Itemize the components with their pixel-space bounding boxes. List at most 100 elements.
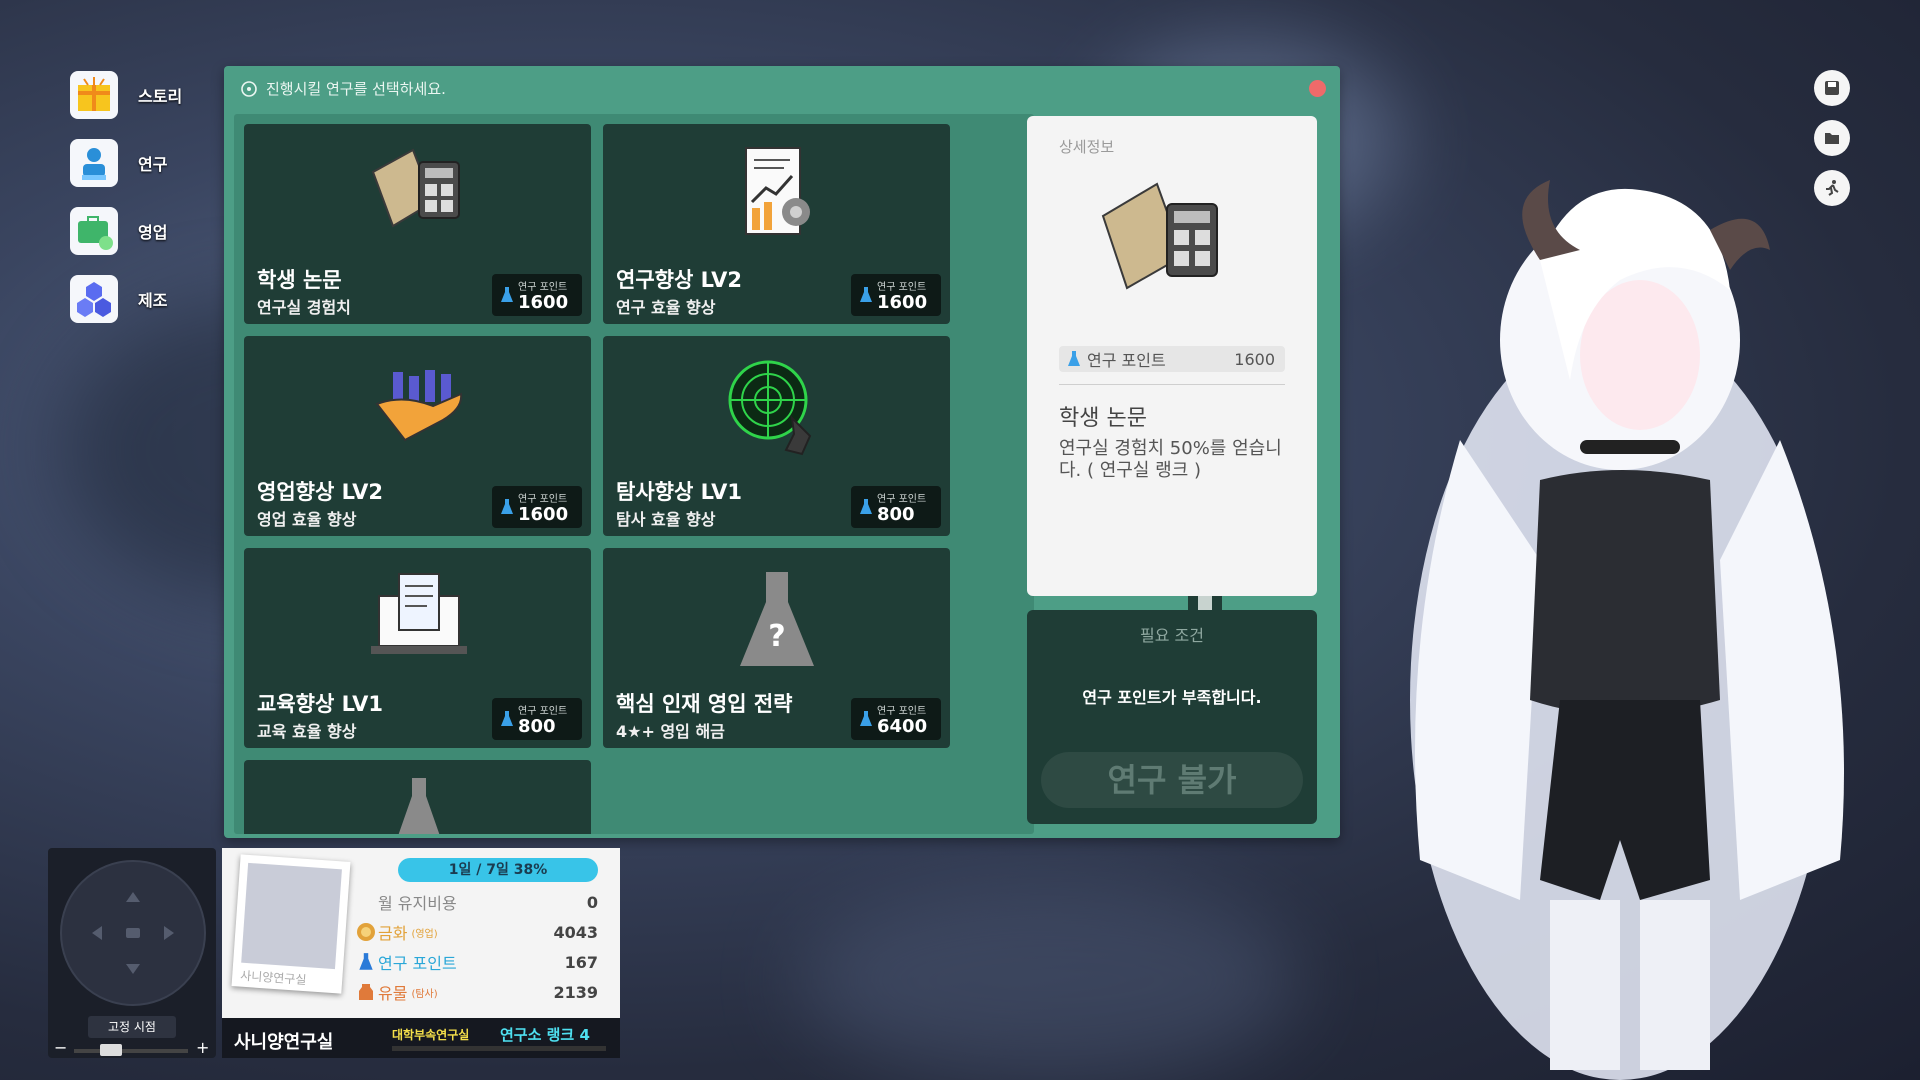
menu-label: 영업 bbox=[138, 223, 168, 242]
card-title: 교육향상 LV1 bbox=[257, 692, 383, 716]
research-card[interactable]: ? 핵심 인재 영입 전략 4★+ 영입 해금 연구 포인트 6400 bbox=[603, 548, 950, 748]
card-title: 탐사향상 LV1 bbox=[616, 480, 742, 504]
status-row: 연구 포인트 167 bbox=[356, 948, 608, 976]
detail-title: 학생 논문 bbox=[1059, 406, 1147, 431]
status-sub: (탐사) bbox=[411, 988, 438, 1000]
unknown-flask-icon: ? bbox=[603, 566, 950, 676]
cost-label: 연구 포인트 bbox=[518, 494, 568, 505]
status-row: 유물 (탐사) 2139 bbox=[356, 978, 608, 1006]
character-illustration bbox=[1410, 180, 1844, 1080]
zoom-handle[interactable] bbox=[100, 1044, 122, 1056]
card-title: 핵심 인재 영입 전략 bbox=[616, 692, 793, 716]
status-label: 월 유지비용 bbox=[378, 894, 457, 913]
requirement-message: 연구 포인트가 부족합니다. bbox=[1082, 688, 1262, 707]
laptop-document-icon bbox=[244, 566, 591, 676]
card-subtitle: 연구 효율 향상 bbox=[616, 298, 716, 317]
card-title: 연구향상 LV2 bbox=[616, 268, 742, 292]
svg-text:?: ? bbox=[768, 619, 785, 654]
cost-badge: 연구 포인트 1600 bbox=[492, 274, 582, 316]
research-grid: 학생 논문 연구실 경험치 연구 포인트 1600 연구향상 LV2 연구 효율… bbox=[234, 114, 1034, 834]
panel-header: 진행시킬 연구를 선택하세요. bbox=[240, 78, 446, 99]
flask-icon bbox=[359, 953, 373, 970]
flask-icon bbox=[501, 711, 513, 726]
report-chart-icon bbox=[603, 142, 950, 252]
cost-badge: 연구 포인트 1600 bbox=[851, 274, 941, 316]
requirement-header: 필요 조건 bbox=[1140, 626, 1204, 645]
status-label: 금화 bbox=[378, 924, 408, 943]
lab-rank: 연구소 랭크 4 bbox=[500, 1026, 590, 1044]
card-title: 학생 논문 bbox=[257, 268, 342, 292]
lab-nameplate: 사니양연구실 대학부속연구실 연구소 랭크 4 bbox=[222, 1018, 620, 1058]
research-card[interactable]: 연구향상 LV2 연구 효율 향상 연구 포인트 1600 bbox=[603, 124, 950, 324]
lab-status-panel: 사니양연구실 1일 / 7일 38% 월 유지비용 0 금화 (영업) 4043… bbox=[222, 848, 620, 1018]
side-menu: 스토리 연구 영업 제조 bbox=[70, 68, 182, 340]
status-value: 2139 bbox=[553, 982, 598, 1002]
flask-icon bbox=[501, 287, 513, 302]
cost-badge: 연구 포인트 800 bbox=[851, 486, 941, 528]
status-label: 연구 포인트 bbox=[378, 954, 457, 973]
menu-label: 제조 bbox=[138, 291, 168, 310]
zoom-track bbox=[74, 1049, 188, 1053]
dpad-icon bbox=[92, 892, 174, 974]
zoom-minus[interactable]: − bbox=[54, 1038, 67, 1057]
rp-value: 1600 bbox=[1234, 349, 1275, 369]
hand-chart-icon bbox=[244, 354, 591, 464]
researcher-icon bbox=[70, 139, 118, 187]
menu-research[interactable]: 연구 bbox=[70, 136, 182, 190]
cost-value: 1600 bbox=[518, 292, 569, 313]
camera-control: 고정 시점 − + bbox=[48, 848, 216, 1058]
requirement-panel: 필요 조건 연구 포인트가 부족합니다. 연구 불가 bbox=[1027, 610, 1317, 824]
date-progress: 1일 / 7일 38% bbox=[398, 858, 598, 882]
background-floor bbox=[800, 880, 1300, 1080]
lab-name: 사니양연구실 bbox=[234, 1032, 334, 1053]
card-subtitle: 교육 효율 향상 bbox=[257, 722, 357, 741]
briefcase-icon bbox=[70, 207, 118, 255]
detail-research-points: 연구 포인트 1600 bbox=[1059, 346, 1285, 372]
camera-joystick[interactable] bbox=[60, 860, 206, 1006]
research-card[interactable]: 학생 논문 연구실 경험치 연구 포인트 1600 bbox=[244, 124, 591, 324]
card-title: 영업향상 LV2 bbox=[257, 480, 383, 504]
panel-title: 진행시킬 연구를 선택하세요. bbox=[266, 80, 446, 98]
flask-icon bbox=[860, 711, 872, 726]
status-value: 4043 bbox=[553, 922, 598, 942]
card-subtitle: 탐사 효율 향상 bbox=[616, 510, 716, 529]
lab-department: 대학부속연구실 bbox=[392, 1028, 470, 1042]
menu-sales[interactable]: 영업 bbox=[70, 204, 182, 258]
menu-label: 스토리 bbox=[138, 87, 183, 106]
research-card[interactable]: 교육향상 LV1 교육 효율 향상 연구 포인트 800 bbox=[244, 548, 591, 748]
save-icon bbox=[1825, 81, 1839, 95]
cost-value: 1600 bbox=[877, 292, 928, 313]
research-panel: 진행시킬 연구를 선택하세요. 학생 논문 연구실 경험치 연구 포인트 160… bbox=[224, 66, 1340, 838]
compass-icon bbox=[241, 80, 257, 97]
rank-progress-bar bbox=[392, 1046, 606, 1051]
cost-badge: 연구 포인트 1600 bbox=[492, 486, 582, 528]
menu-story[interactable]: 스토리 bbox=[70, 68, 182, 122]
research-card-partial[interactable] bbox=[244, 760, 591, 834]
fixed-view-toggle[interactable]: 고정 시점 bbox=[88, 1016, 176, 1038]
photo-caption: 사니양연구실 bbox=[239, 968, 307, 988]
status-sub: (영업) bbox=[411, 928, 438, 940]
zoom-plus[interactable]: + bbox=[196, 1038, 209, 1057]
gift-icon bbox=[70, 71, 118, 119]
cost-value: 6400 bbox=[877, 716, 928, 737]
detail-description: 연구실 경험치 50%를 얻습니다. ( 연구실 랭크 ) bbox=[1059, 438, 1282, 481]
cost-value: 1600 bbox=[518, 504, 569, 525]
save-button[interactable] bbox=[1814, 70, 1850, 106]
research-button[interactable]: 연구 불가 bbox=[1041, 752, 1303, 808]
status-value: 167 bbox=[564, 952, 598, 972]
status-value: 0 bbox=[586, 892, 598, 912]
radar-icon bbox=[603, 354, 950, 464]
portrait-image bbox=[241, 862, 342, 970]
zoom-slider[interactable]: − + bbox=[48, 1038, 216, 1058]
research-card[interactable]: 영업향상 LV2 영업 효율 향상 연구 포인트 1600 bbox=[244, 336, 591, 536]
card-subtitle: 연구실 경험치 bbox=[257, 298, 351, 317]
cost-label: 연구 포인트 bbox=[518, 706, 568, 717]
folder-calculator-icon bbox=[1101, 182, 1218, 290]
cost-label: 연구 포인트 bbox=[877, 494, 927, 505]
close-button[interactable] bbox=[1309, 80, 1326, 97]
relic-jar-icon bbox=[359, 984, 373, 1000]
research-card[interactable]: 탐사향상 LV1 탐사 효율 향상 연구 포인트 800 bbox=[603, 336, 950, 536]
status-label: 유물 bbox=[378, 984, 408, 1003]
menu-manufacture[interactable]: 제조 bbox=[70, 272, 182, 326]
card-subtitle: 4★+ 영입 해금 bbox=[616, 722, 725, 741]
